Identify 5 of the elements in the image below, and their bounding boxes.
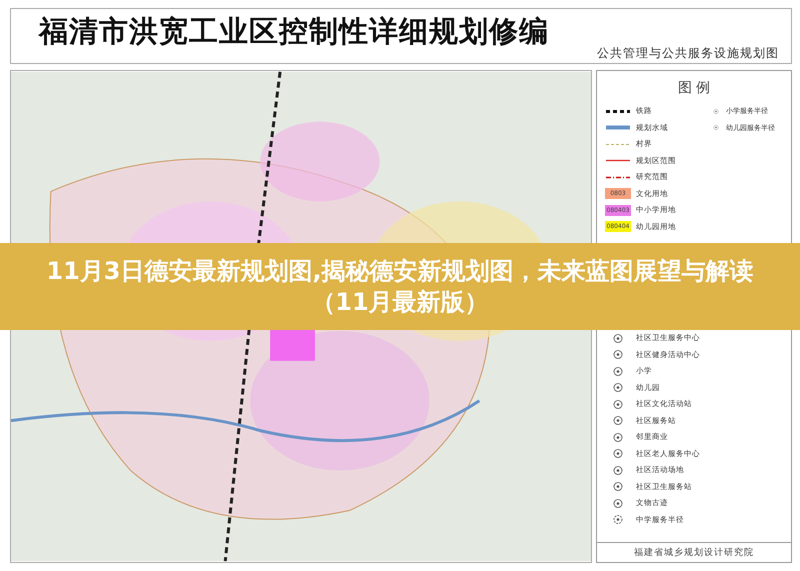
legend-footer: 福建省城乡规划设计研究院 — [597, 542, 791, 562]
legend-title: 图 例 — [676, 79, 712, 98]
map-title: 福清市洪宽工业区控制性详细规划修编 — [39, 13, 550, 50]
banner-title: 11月3日德安最新规划图,揭秘德安新规划图，未来蓝图展望与解读（11月最新版） — [45, 256, 755, 318]
map-subtitle: 公共管理与公共服务设施规划图 — [597, 45, 779, 62]
